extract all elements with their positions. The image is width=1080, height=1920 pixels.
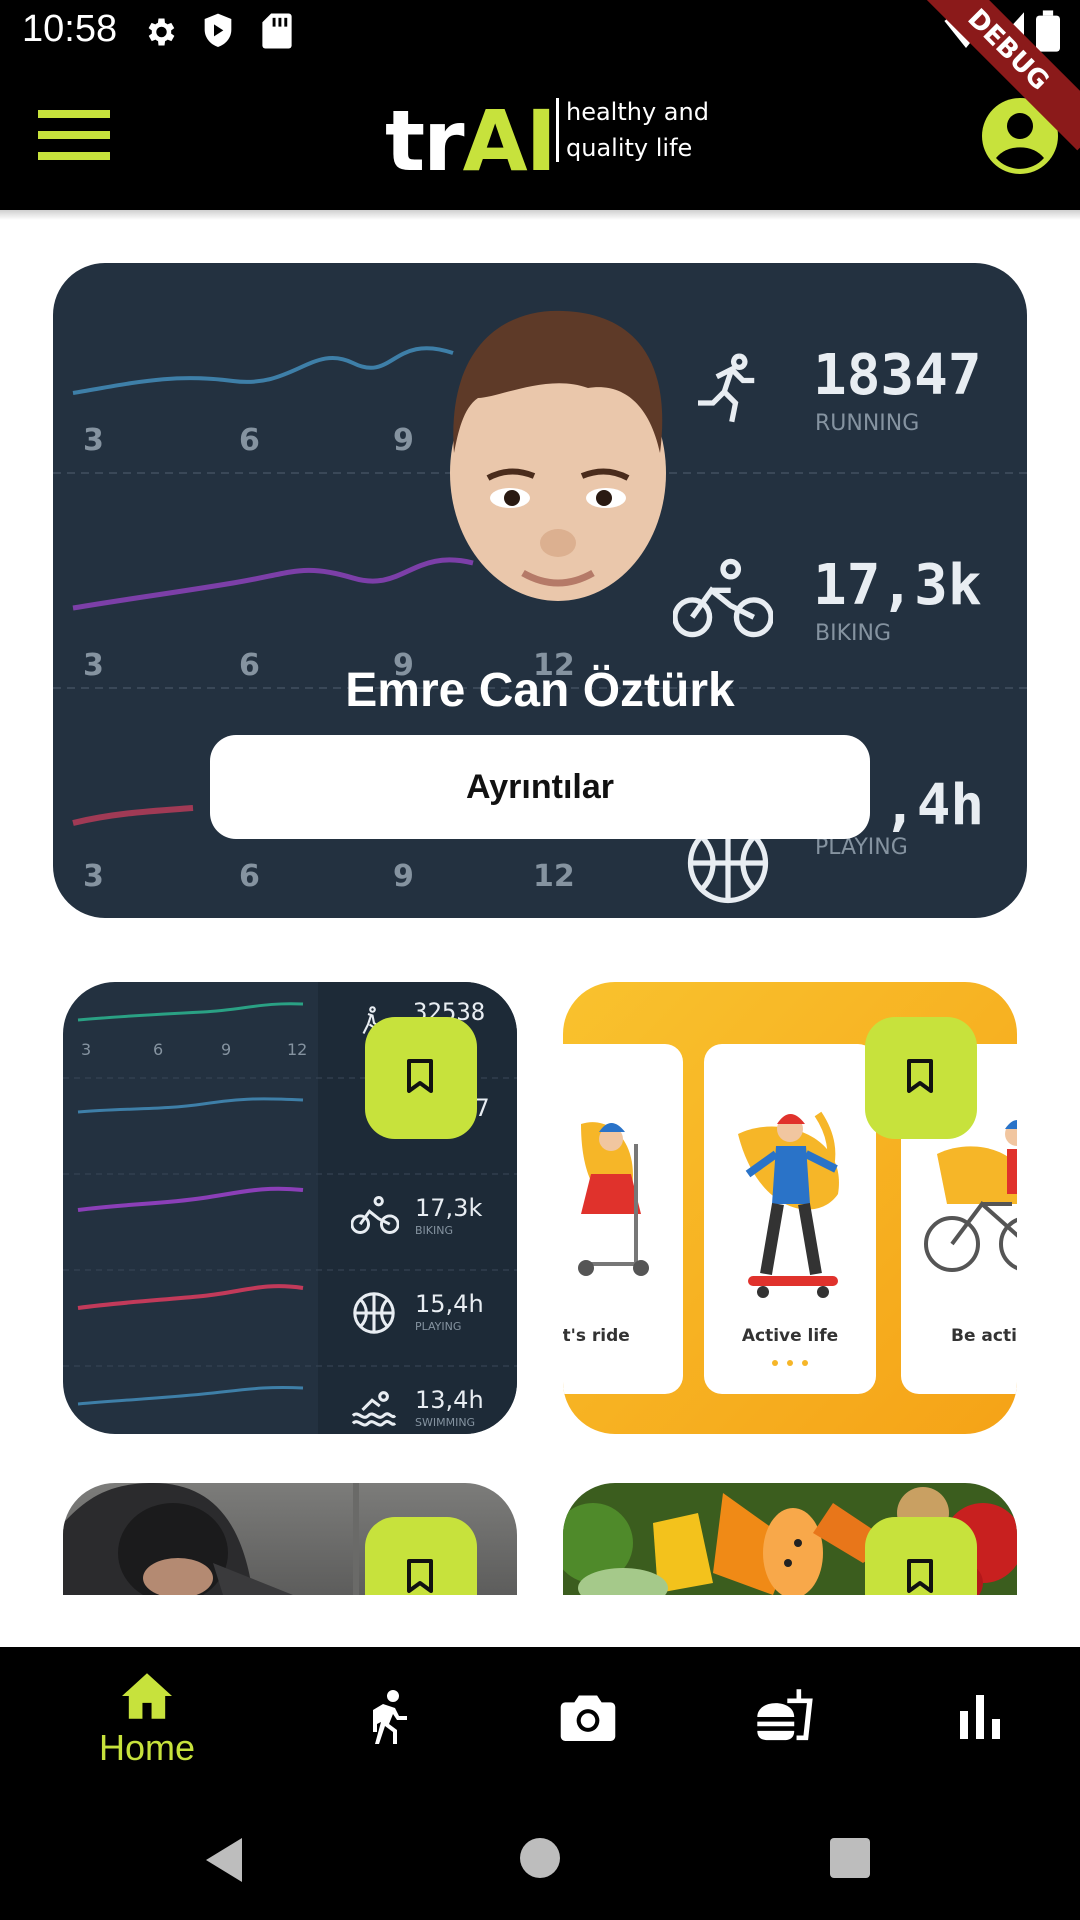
bookmark-icon [907,1059,933,1093]
logo-prefix: tr [385,92,465,190]
stats-tile-label-5: SWIMMING [415,1416,476,1429]
food-photo-tile[interactable] [563,1483,1017,1595]
shield-icon [204,13,232,47]
app-bar: trAI healthy and quality life [0,64,1080,210]
running-icon [698,353,755,423]
bookmark-icon [407,1059,433,1093]
workout-photo-tile[interactable] [63,1483,517,1595]
hero-stat-biking-label: BIKING [815,621,892,646]
user-avatar [450,310,666,601]
fastfood-icon[interactable] [754,1687,816,1747]
bookmark-button[interactable] [865,1517,977,1595]
system-navigation-bar [0,1802,1080,1920]
logo-divider [556,98,559,162]
camera-icon[interactable] [560,1691,616,1741]
back-icon[interactable] [202,1836,246,1884]
bookmark-button[interactable] [365,1017,477,1139]
app-tagline: healthy and quality life [566,94,746,166]
run-icon[interactable] [365,1687,413,1745]
battery-icon [1036,10,1060,52]
hero-stat-playing-value: ,4h [883,773,985,838]
hero-stat-biking-value: 17,3k [813,553,982,618]
home-icon [122,1673,172,1719]
onboarding-card-left: et's ride [563,1044,683,1394]
onboarding-card-center-title: Active life [741,1326,839,1346]
nav-home-label: Home [98,1727,196,1768]
gear-icon [148,18,175,46]
stats-tile-value-2: 7 [475,1094,490,1122]
status-time: 10:58 [22,8,118,50]
onboarding-card-left-title: et's ride [563,1326,630,1346]
onboarding-card-center: Active life [704,1044,876,1394]
tagline-line-1: healthy and [566,98,709,126]
nav-item-home[interactable]: Home [72,1671,222,1791]
bottom-navigation: Home [0,1647,1080,1802]
home-circle-icon[interactable] [520,1838,560,1878]
stats-tile[interactable]: 3 6 9 12 32538 7 17,3k BIKING 15,4h PLAY… [63,982,517,1434]
stats-tile-value-5: 13,4h [415,1386,484,1414]
stats-tile-value-3: 17,3k [415,1194,483,1222]
details-button[interactable]: Ayrıntılar [210,735,870,839]
onboarding-card-right-title: Be activ [951,1326,1017,1346]
bar-chart-icon[interactable] [958,1695,1002,1739]
hero-stat-running-label: RUNNING [815,411,920,436]
bookmark-button[interactable] [865,1017,977,1139]
basketball-icon [353,1292,395,1334]
menu-icon[interactable] [38,110,110,160]
app-logo: trAI [385,92,557,190]
user-name: Emre Can Öztürk [345,664,735,717]
onboarding-tile[interactable]: et's ride Active life Be activ [563,982,1017,1434]
tagline-line-2: quality life [566,134,693,162]
scooter-illustration [578,1122,649,1276]
stats-tile-label-4: PLAYING [415,1320,462,1333]
skateboard-illustration [738,1111,839,1298]
sdcard-icon [262,13,292,49]
logo-accent: AI [462,92,557,190]
profile-hero-card: 3 6 9 3 6 9 12 3 6 9 12 18347 RUNNING 17… [53,263,1027,918]
status-bar: 10:58 [0,0,1080,64]
appbar-shadow [0,210,1080,220]
pager-dots [772,1360,808,1366]
bookmark-icon [407,1559,433,1593]
stats-tile-value-4: 15,4h [415,1290,484,1318]
biking-icon [673,558,773,638]
hero-stat-running-value: 18347 [813,343,982,408]
recents-icon[interactable] [830,1838,870,1878]
biking-icon [351,1195,399,1235]
bookmark-icon [907,1559,933,1593]
swimming-icon [351,1391,397,1427]
bookmark-button[interactable] [365,1517,477,1595]
stats-tile-label-3: BIKING [415,1224,454,1237]
